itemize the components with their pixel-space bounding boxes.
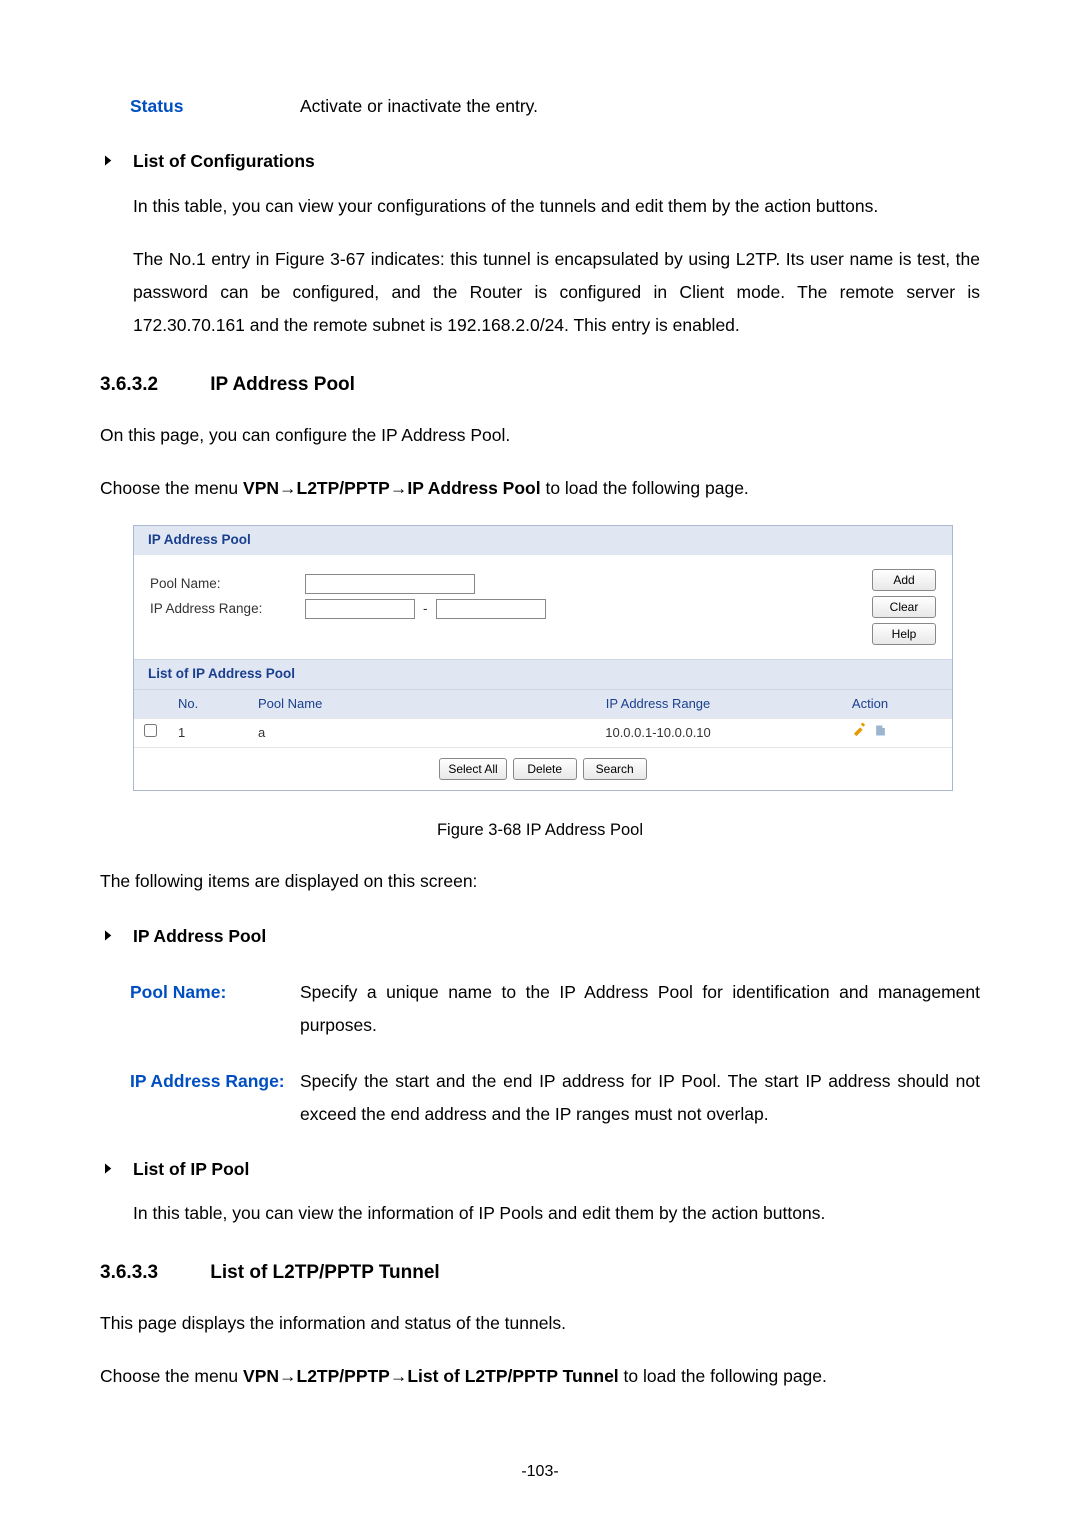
delete-icon[interactable] [873,723,888,743]
list-of-ip-pool-heading: List of IP Pool [133,1153,249,1186]
list-conf-p1: In this table, you can view your configu… [133,190,980,223]
ip-range-def-desc: Specify the start and the end IP address… [300,1065,980,1132]
clear-button[interactable]: Clear [872,596,936,618]
chevron-right-icon [100,1153,115,1187]
nav-bold-2: VPN→L2TP/PPTP→List of L2TP/PPTP Tunnel [243,1366,619,1386]
col-ip-range: IP Address Range [518,695,798,713]
nav-prefix-2: Choose the menu [100,1366,243,1386]
col-no: No. [178,695,258,713]
table-row: 1 a 10.0.0.1-10.0.0.10 [134,718,952,747]
ip-range-start-input[interactable] [305,599,415,619]
pool-name-def-desc: Specify a unique name to the IP Address … [300,976,980,1043]
range-dash: - [421,600,430,619]
nav-suffix: to load the following page. [541,478,749,498]
pool-name-def-label: Pool Name: [130,976,300,1043]
panel-header: IP Address Pool [134,526,952,555]
list-of-ip-pool-text: In this table, you can view the informat… [133,1197,980,1230]
search-button[interactable]: Search [583,758,647,780]
cell-pool-name: a [258,724,518,742]
section-3633-nav: Choose the menu VPN→L2TP/PPTP→List of L2… [100,1360,980,1393]
list-conf-p2: The No.1 entry in Figure 3-67 indicates:… [133,243,980,343]
select-all-button[interactable]: Select All [439,758,506,780]
list-of-configurations-heading: List of Configurations [133,145,315,178]
ip-address-pool-panel: IP Address Pool Pool Name: IP Address Ra… [133,525,953,791]
nav-suffix-2: to load the following page. [619,1366,827,1386]
status-def-label: Status [130,90,300,123]
status-def-desc: Activate or inactivate the entry. [300,90,980,123]
section-3632-nav: Choose the menu VPN→L2TP/PPTP→IP Address… [100,472,980,505]
following-items-text: The following items are displayed on thi… [100,865,980,898]
section-3632-intro: On this page, you can configure the IP A… [100,419,980,452]
label-ip-range: IP Address Range: [150,600,305,619]
pool-name-input[interactable] [305,574,475,594]
section-3633-num: 3.6.3.3 [100,1255,205,1291]
page-number: -103- [0,1457,1080,1487]
label-pool-name: Pool Name: [150,575,305,594]
cell-no: 1 [178,724,258,742]
chevron-right-icon [100,920,115,954]
add-button[interactable]: Add [872,569,936,591]
section-3633-intro: This page displays the information and s… [100,1307,980,1340]
ip-range-end-input[interactable] [436,599,546,619]
section-3632-title: IP Address Pool [210,374,355,395]
nav-prefix: Choose the menu [100,478,243,498]
figure-caption: Figure 3-68 IP Address Pool [100,815,980,846]
nav-bold: VPN→L2TP/PPTP→IP Address Pool [243,478,541,498]
ip-address-pool-heading: IP Address Pool [133,920,266,953]
row-checkbox[interactable] [144,724,157,737]
section-3633-title: List of L2TP/PPTP Tunnel [210,1262,439,1283]
col-pool-name: Pool Name [258,695,518,713]
chevron-right-icon [100,145,115,179]
edit-icon[interactable] [852,723,867,743]
list-header: List of IP Address Pool [134,659,952,689]
help-button[interactable]: Help [872,623,936,645]
section-3632-num: 3.6.3.2 [100,367,205,403]
cell-ip-range: 10.0.0.1-10.0.0.10 [518,724,798,742]
col-action: Action [798,695,942,713]
ip-range-def-label: IP Address Range: [130,1065,300,1132]
delete-button[interactable]: Delete [513,758,577,780]
